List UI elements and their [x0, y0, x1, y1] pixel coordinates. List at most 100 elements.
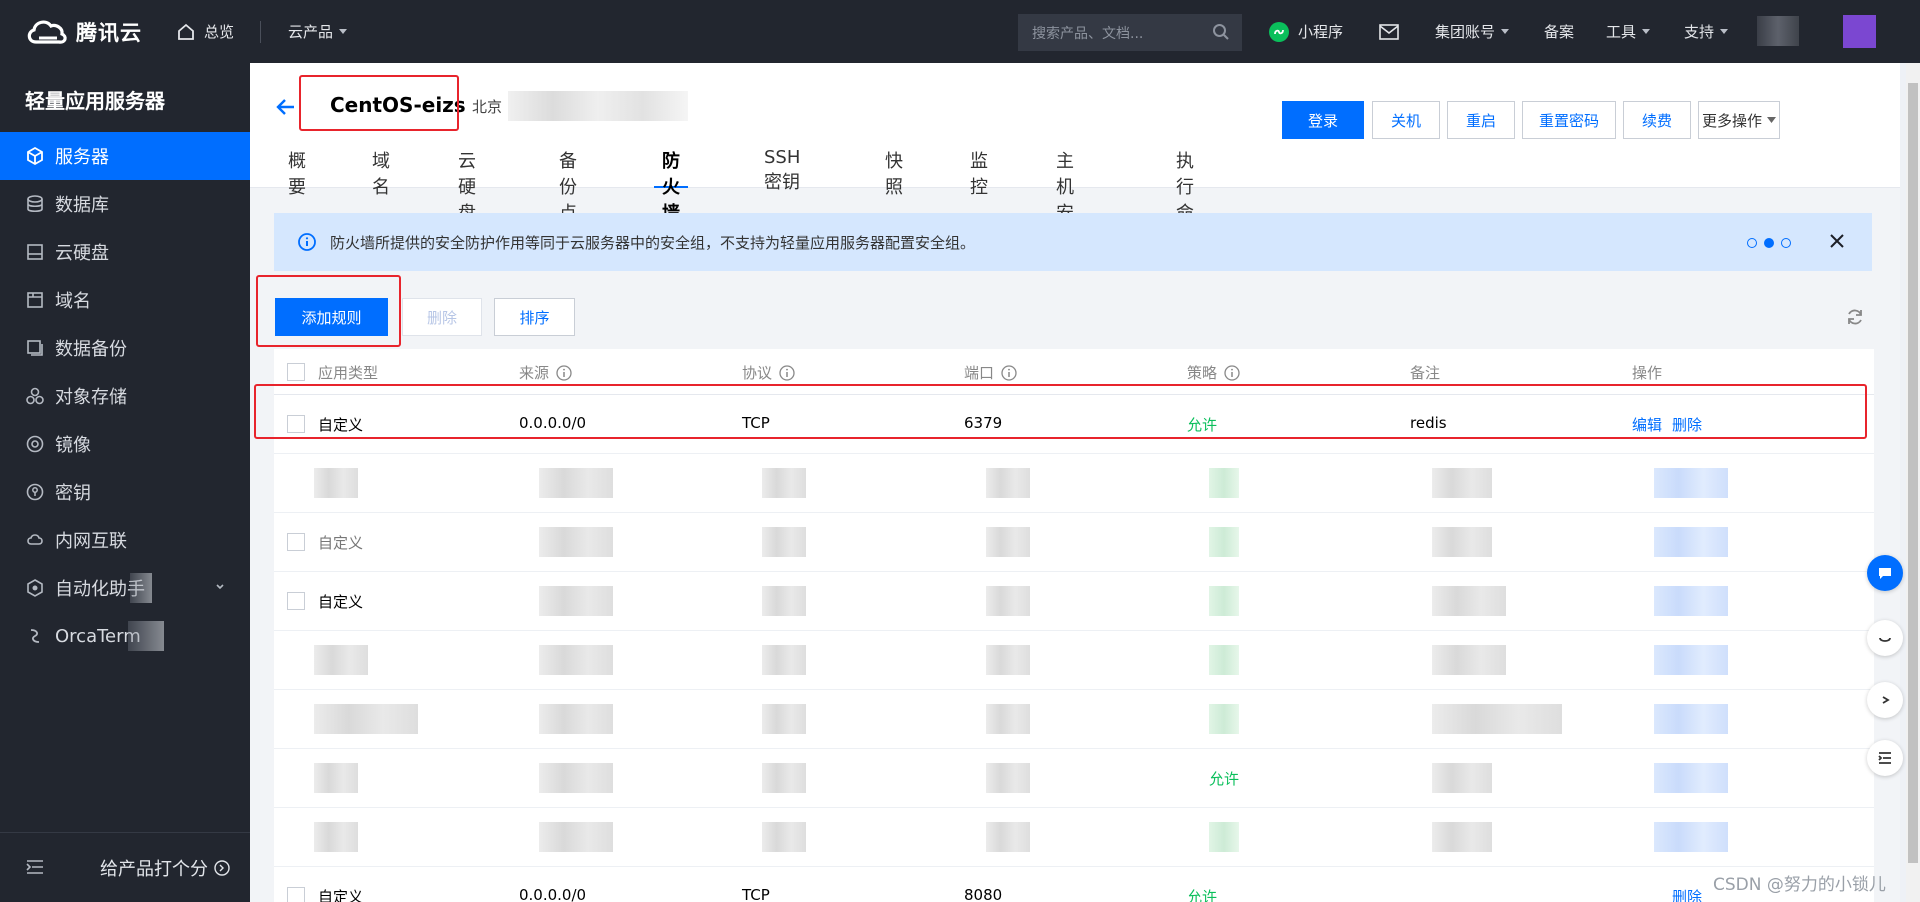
scrollbar-thumb[interactable] — [1908, 83, 1918, 863]
sidebar-item-orcaterm[interactable]: OrcaTerm — [0, 612, 250, 660]
redacted-cell — [1654, 527, 1728, 557]
message-button[interactable] — [1379, 0, 1399, 63]
close-icon[interactable] — [1828, 232, 1846, 250]
sidebar-item-database[interactable]: 数据库 — [0, 180, 250, 228]
tab-snapshot[interactable]: 快照 — [885, 147, 903, 198]
cloud-logo-icon — [27, 19, 67, 44]
back-arrow-icon[interactable] — [274, 95, 298, 119]
tab-monitor[interactable]: 监控 — [970, 147, 988, 198]
redacted-cell — [762, 704, 806, 734]
row-checkbox[interactable] — [287, 533, 305, 551]
table-row: 自定义 — [274, 513, 1874, 572]
redacted-cell — [1654, 822, 1728, 852]
help-icon[interactable] — [1224, 364, 1240, 381]
help-icon[interactable] — [556, 364, 572, 381]
key-icon — [26, 483, 44, 501]
delete-rule-link[interactable]: 删除 — [1672, 886, 1702, 902]
sidebar-item-data-backup[interactable]: 数据备份 — [0, 324, 250, 372]
redacted-cell — [1209, 527, 1239, 557]
nav-filing[interactable]: 备案 — [1544, 0, 1574, 63]
tab-overview[interactable]: 概要 — [288, 147, 306, 198]
help-icon[interactable] — [779, 364, 795, 381]
tab-cloud-disk[interactable]: 云硬盘 — [458, 147, 476, 224]
sidebar-item-label: 服务器 — [55, 147, 109, 168]
redacted-cell — [1432, 468, 1492, 498]
nav-tools[interactable]: 工具 — [1606, 0, 1651, 63]
tab-backup[interactable]: 备份点 — [559, 147, 577, 224]
redacted-cell — [314, 704, 418, 734]
chat-button[interactable] — [1867, 555, 1903, 591]
pager-dot[interactable] — [1781, 238, 1791, 248]
delete-rules-button[interactable]: 删除 — [402, 298, 482, 336]
tab-ssh-key[interactable]: SSH密钥 — [764, 147, 800, 193]
nav-mini-program[interactable]: 小程序 — [1268, 0, 1343, 63]
collapse-menu-icon[interactable] — [25, 858, 45, 876]
redacted-cell — [986, 586, 1030, 616]
nav-group-account[interactable]: 集团账号 — [1435, 0, 1510, 63]
nav-products-label: 云产品 — [288, 23, 334, 41]
search-placeholder: 搜索产品、文档... — [1032, 25, 1144, 42]
sidebar-item-image[interactable]: 镜像 — [0, 420, 250, 468]
col-actions: 操作 — [1632, 364, 1663, 382]
sidebar-item-intranet[interactable]: 内网互联 — [0, 516, 250, 564]
sidebar-item-label: 数据备份 — [55, 339, 127, 360]
account-name-redacted[interactable] — [1757, 16, 1799, 46]
col-source-label: 来源 — [519, 364, 550, 382]
avatar[interactable] — [1843, 15, 1876, 48]
network-icon — [27, 534, 43, 545]
tab-domain[interactable]: 域名 — [372, 147, 390, 198]
redacted-cell — [986, 704, 1030, 734]
col-policy-label: 策略 — [1187, 364, 1218, 382]
nav-products[interactable]: 云产品 — [288, 0, 348, 63]
redacted-cell — [1209, 645, 1239, 675]
redacted-cell — [1432, 704, 1562, 734]
login-button[interactable]: 登录 — [1282, 101, 1364, 139]
sort-rules-button[interactable]: 排序 — [494, 298, 575, 336]
brand-logo[interactable]: 腾讯云 — [24, 0, 142, 63]
table-row: 自定义 0.0.0.0/0 TCP 8080 允许 删除 — [274, 867, 1874, 902]
sidebar-item-object-storage[interactable]: 对象存储 — [0, 372, 250, 420]
reset-password-button[interactable]: 重置密码 — [1522, 101, 1616, 139]
pager-dot-active[interactable] — [1764, 238, 1774, 248]
sidebar-item-key[interactable]: 密钥 — [0, 468, 250, 516]
redacted-cell — [986, 763, 1030, 793]
redacted-cell — [539, 704, 613, 734]
select-all-checkbox[interactable] — [287, 363, 305, 381]
redacted-cell — [1432, 527, 1492, 557]
row-checkbox[interactable] — [287, 592, 305, 610]
tab-firewall[interactable]: 防火墙 — [654, 147, 688, 224]
help-icon[interactable] — [1001, 364, 1017, 381]
more-actions-dropdown[interactable]: 更多操作 — [1698, 101, 1780, 139]
chevron-down-icon — [1642, 29, 1651, 34]
redacted-cell — [986, 527, 1030, 557]
sidebar-item-cloud-disk[interactable]: 云硬盘 — [0, 228, 250, 276]
page-scrollbar[interactable] — [1906, 63, 1920, 902]
sidebar-item-server[interactable]: 服务器 — [0, 132, 250, 180]
tab-run-command[interactable]: 执行命令 — [1176, 147, 1194, 250]
row-checkbox[interactable] — [287, 887, 305, 902]
terminal-icon — [30, 629, 40, 643]
pager-dot[interactable] — [1747, 238, 1757, 248]
redacted-cell — [986, 468, 1030, 498]
refresh-icon[interactable] — [1845, 307, 1865, 327]
renew-button[interactable]: 续费 — [1623, 101, 1691, 139]
rate-product-link[interactable]: 给产品打个分 — [100, 855, 230, 881]
tab-host-security[interactable]: 主机安全 — [1056, 147, 1074, 250]
shutdown-button[interactable]: 关机 — [1372, 101, 1440, 139]
nav-overview[interactable]: 总览 — [176, 0, 234, 63]
help-button[interactable] — [1867, 682, 1903, 718]
search-icon[interactable] — [1212, 23, 1230, 41]
list-button[interactable] — [1867, 740, 1903, 776]
notice-pager — [1747, 238, 1791, 248]
chevron-down-icon[interactable] — [215, 582, 225, 592]
sidebar-item-domain[interactable]: 域名 — [0, 276, 250, 324]
nav-support[interactable]: 支持 — [1684, 0, 1729, 63]
table-row — [274, 454, 1874, 513]
redacted-cell — [539, 645, 613, 675]
image-icon — [26, 435, 44, 453]
sidebar-item-automation[interactable]: 自动化助手 — [0, 564, 250, 612]
search-input[interactable]: 搜索产品、文档... — [1018, 14, 1242, 51]
restart-button[interactable]: 重启 — [1447, 101, 1515, 139]
object-storage-icon — [26, 387, 44, 405]
feedback-button[interactable] — [1867, 620, 1903, 656]
